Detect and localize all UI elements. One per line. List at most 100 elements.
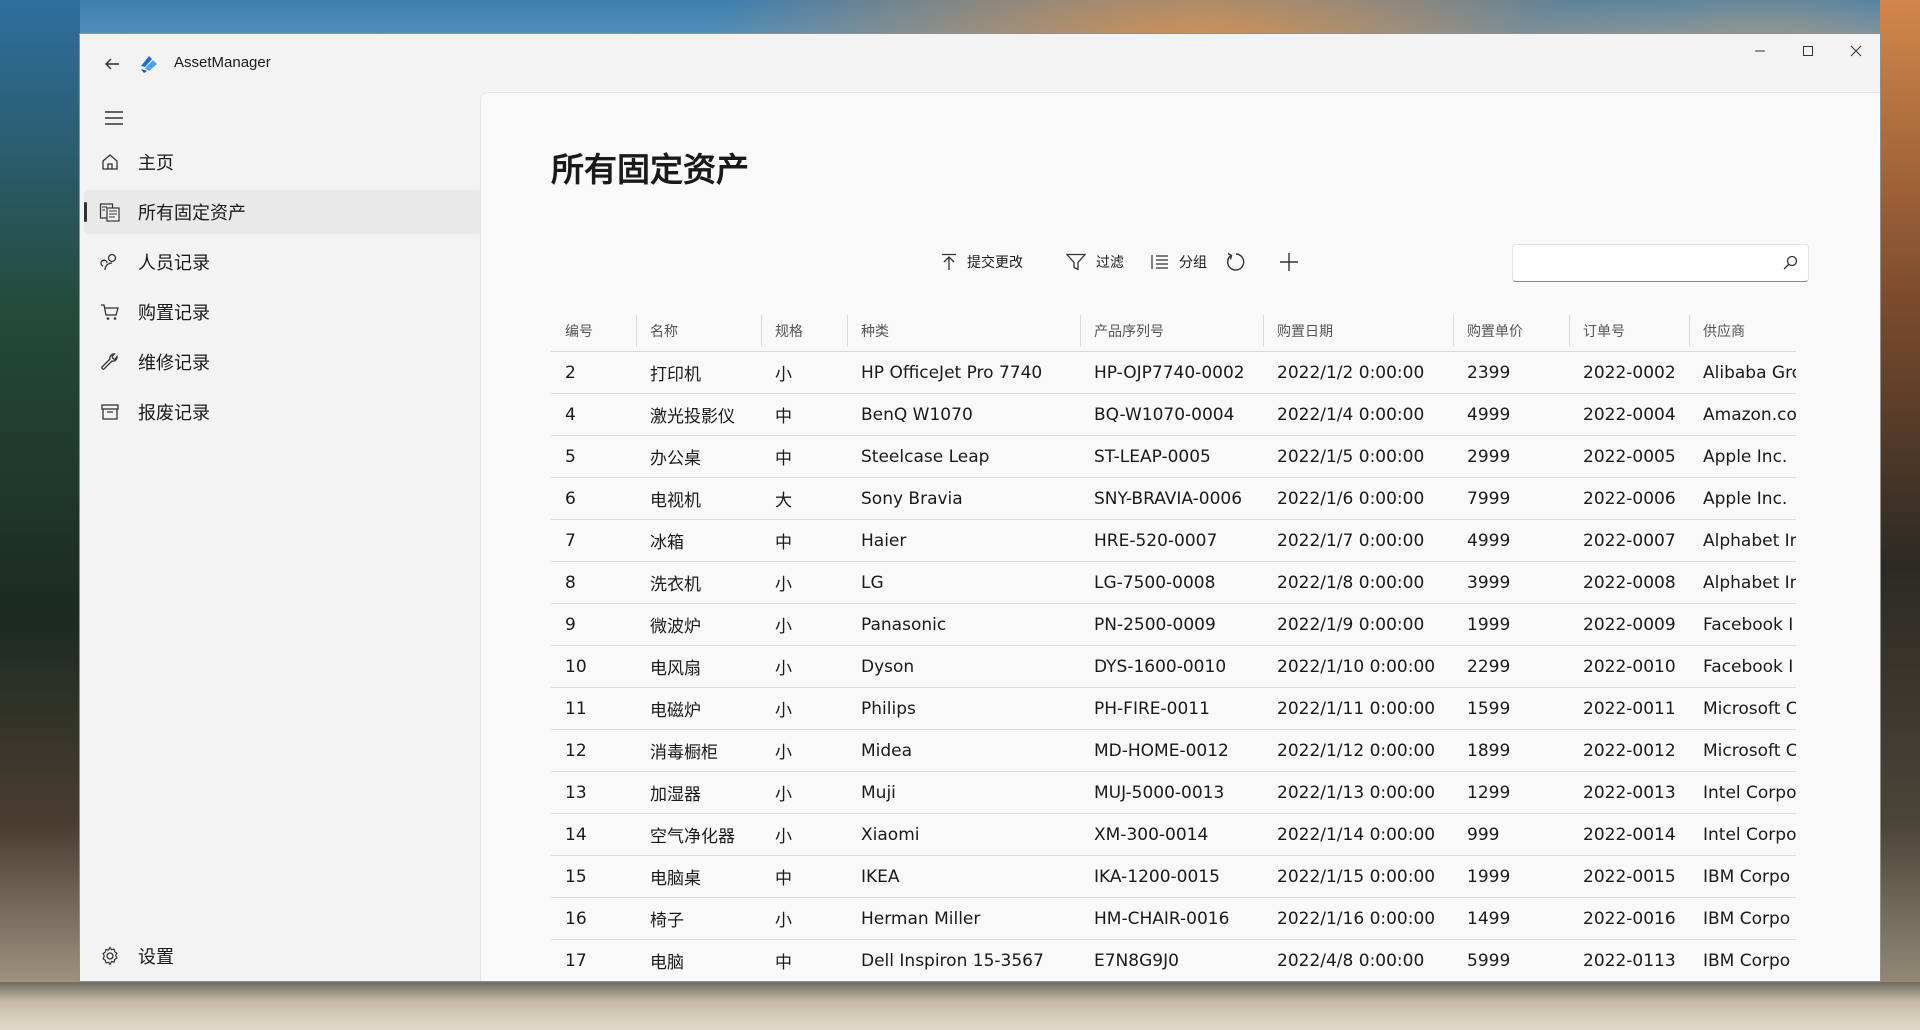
table-cell[interactable]: 小: [761, 730, 847, 771]
table-cell[interactable]: Intel Corpo: [1689, 814, 1796, 855]
table-cell[interactable]: 13: [551, 772, 636, 813]
table-cell[interactable]: Steelcase Leap: [847, 436, 1080, 477]
table-cell[interactable]: 2022/1/9 0:00:00: [1263, 604, 1453, 645]
table-cell[interactable]: 大: [761, 478, 847, 519]
table-cell[interactable]: 电脑: [636, 940, 761, 981]
table-row[interactable]: 11 电磁炉小 Philips PH-FIRE-0011 2022/1/11 0:00:…: [551, 688, 1796, 730]
table-row[interactable]: 6 电视机大 Sony Bravia SNY-BRAVIA-0006 2022/1/6 …: [551, 478, 1796, 520]
table-row[interactable]: 14 空气净化器小 Xiaomi XM-300-0014 2022/1/14 0:00:…: [551, 814, 1796, 856]
table-row[interactable]: 7 冰箱中 Haier HRE-520-0007 2022/1/7 0:00:00 499…: [551, 520, 1796, 562]
table-cell[interactable]: Amazon.co: [1689, 394, 1796, 435]
table-cell[interactable]: HM-CHAIR-0016: [1080, 898, 1263, 939]
table-cell[interactable]: 中: [761, 394, 847, 435]
table-cell[interactable]: 2022/1/6 0:00:00: [1263, 478, 1453, 519]
table-cell[interactable]: 办公桌: [636, 436, 761, 477]
table-cell[interactable]: 5999: [1453, 940, 1569, 981]
column-header[interactable]: 购置日期: [1263, 311, 1453, 351]
table-cell[interactable]: 小: [761, 814, 847, 855]
table-cell[interactable]: 中: [761, 940, 847, 981]
search-icon[interactable]: [1783, 255, 1798, 270]
column-header[interactable]: 编号: [551, 311, 636, 351]
table-cell[interactable]: IBM Corpo: [1689, 898, 1796, 939]
table-cell[interactable]: 17: [551, 940, 636, 981]
table-cell[interactable]: Alphabet In: [1689, 520, 1796, 561]
table-cell[interactable]: 小: [761, 562, 847, 603]
table-cell[interactable]: Haier: [847, 520, 1080, 561]
sidebar-item-people[interactable]: 人员记录: [84, 240, 482, 284]
table-cell[interactable]: 4999: [1453, 520, 1569, 561]
table-cell[interactable]: 2022/1/5 0:00:00: [1263, 436, 1453, 477]
table-cell[interactable]: 2399: [1453, 352, 1569, 393]
table-cell[interactable]: 2022-0004: [1569, 394, 1689, 435]
table-cell[interactable]: 小: [761, 898, 847, 939]
table-cell[interactable]: Alibaba Gro: [1689, 352, 1796, 393]
table-cell[interactable]: 2022/1/2 0:00:00: [1263, 352, 1453, 393]
table-cell[interactable]: 2022/1/11 0:00:00: [1263, 688, 1453, 729]
table-cell[interactable]: 2022/1/10 0:00:00: [1263, 646, 1453, 687]
table-row[interactable]: 5 办公桌中 Steelcase Leap ST-LEAP-0005 2022/1/5 …: [551, 436, 1796, 478]
maximize-button[interactable]: [1784, 34, 1832, 68]
table-cell[interactable]: LG-7500-0008: [1080, 562, 1263, 603]
search-box[interactable]: [1512, 244, 1809, 282]
table-cell[interactable]: 2022/1/14 0:00:00: [1263, 814, 1453, 855]
table-cell[interactable]: HP-OJP7740-0002: [1080, 352, 1263, 393]
column-header[interactable]: 供应商: [1689, 311, 1796, 351]
table-cell[interactable]: 消毒橱柜: [636, 730, 761, 771]
table-cell[interactable]: 2022/1/8 0:00:00: [1263, 562, 1453, 603]
table-cell[interactable]: 2: [551, 352, 636, 393]
table-cell[interactable]: HP OfficeJet Pro 7740: [847, 352, 1080, 393]
table-cell[interactable]: Apple Inc.: [1689, 436, 1796, 477]
column-header[interactable]: 产品序列号: [1080, 311, 1263, 351]
table-cell[interactable]: 1999: [1453, 604, 1569, 645]
sidebar-item-settings[interactable]: 设置: [84, 934, 482, 978]
table-cell[interactable]: 2022-0006: [1569, 478, 1689, 519]
table-cell[interactable]: 冰箱: [636, 520, 761, 561]
table-cell[interactable]: Sony Bravia: [847, 478, 1080, 519]
minimize-button[interactable]: [1736, 34, 1784, 68]
table-cell[interactable]: XM-300-0014: [1080, 814, 1263, 855]
table-cell[interactable]: 2022-0011: [1569, 688, 1689, 729]
table-row[interactable]: 15 电脑桌中 IKEA IKA-1200-0015 2022/1/15 0:00:00…: [551, 856, 1796, 898]
table-cell[interactable]: 2022-0008: [1569, 562, 1689, 603]
table-cell[interactable]: 2022/1/16 0:00:00: [1263, 898, 1453, 939]
table-row[interactable]: 17 电脑中 Dell Inspiron 15-3567 E7N8G9J0 2022/4…: [551, 940, 1796, 981]
table-cell[interactable]: 中: [761, 520, 847, 561]
table-cell[interactable]: 小: [761, 646, 847, 687]
table-cell[interactable]: 小: [761, 352, 847, 393]
table-cell[interactable]: 4: [551, 394, 636, 435]
refresh-button[interactable]: [1225, 246, 1257, 278]
table-cell[interactable]: 打印机: [636, 352, 761, 393]
sidebar-item-purchases[interactable]: 购置记录: [84, 290, 482, 334]
table-cell[interactable]: 2022/1/4 0:00:00: [1263, 394, 1453, 435]
table-cell[interactable]: 微波炉: [636, 604, 761, 645]
table-cell[interactable]: Microsoft C: [1689, 688, 1796, 729]
search-input[interactable]: [1523, 251, 1767, 277]
table-cell[interactable]: 5: [551, 436, 636, 477]
table-cell[interactable]: 11: [551, 688, 636, 729]
table-row[interactable]: 2 打印机小 HP OfficeJet Pro 7740 HP-OJP7740-000…: [551, 352, 1796, 394]
table-cell[interactable]: 2022-0014: [1569, 814, 1689, 855]
table-cell[interactable]: 6: [551, 478, 636, 519]
table-cell[interactable]: HRE-520-0007: [1080, 520, 1263, 561]
column-header[interactable]: 规格: [761, 311, 847, 351]
table-cell[interactable]: 7: [551, 520, 636, 561]
table-cell[interactable]: 空气净化器: [636, 814, 761, 855]
sidebar-item-scrapped[interactable]: 报废记录: [84, 390, 482, 434]
table-cell[interactable]: 10: [551, 646, 636, 687]
table-cell[interactable]: 8: [551, 562, 636, 603]
table-cell[interactable]: 电磁炉: [636, 688, 761, 729]
table-cell[interactable]: 16: [551, 898, 636, 939]
column-header[interactable]: 购置单价: [1453, 311, 1569, 351]
column-header[interactable]: 订单号: [1569, 311, 1689, 351]
table-row[interactable]: 13 加湿器小 Muji MUJ-5000-0013 2022/1/13 0:00:00…: [551, 772, 1796, 814]
table-row[interactable]: 16 椅子小 Herman Miller HM-CHAIR-0016 2022/1/16…: [551, 898, 1796, 940]
table-cell[interactable]: MUJ-5000-0013: [1080, 772, 1263, 813]
table-cell[interactable]: 2022-0013: [1569, 772, 1689, 813]
table-cell[interactable]: 2022-0015: [1569, 856, 1689, 897]
table-cell[interactable]: LG: [847, 562, 1080, 603]
table-cell[interactable]: 1899: [1453, 730, 1569, 771]
column-header[interactable]: 名称: [636, 311, 761, 351]
table-row[interactable]: 10 电风扇小 Dyson DYS-1600-0010 2022/1/10 0:00:0…: [551, 646, 1796, 688]
table-cell[interactable]: 1499: [1453, 898, 1569, 939]
table-cell[interactable]: Muji: [847, 772, 1080, 813]
